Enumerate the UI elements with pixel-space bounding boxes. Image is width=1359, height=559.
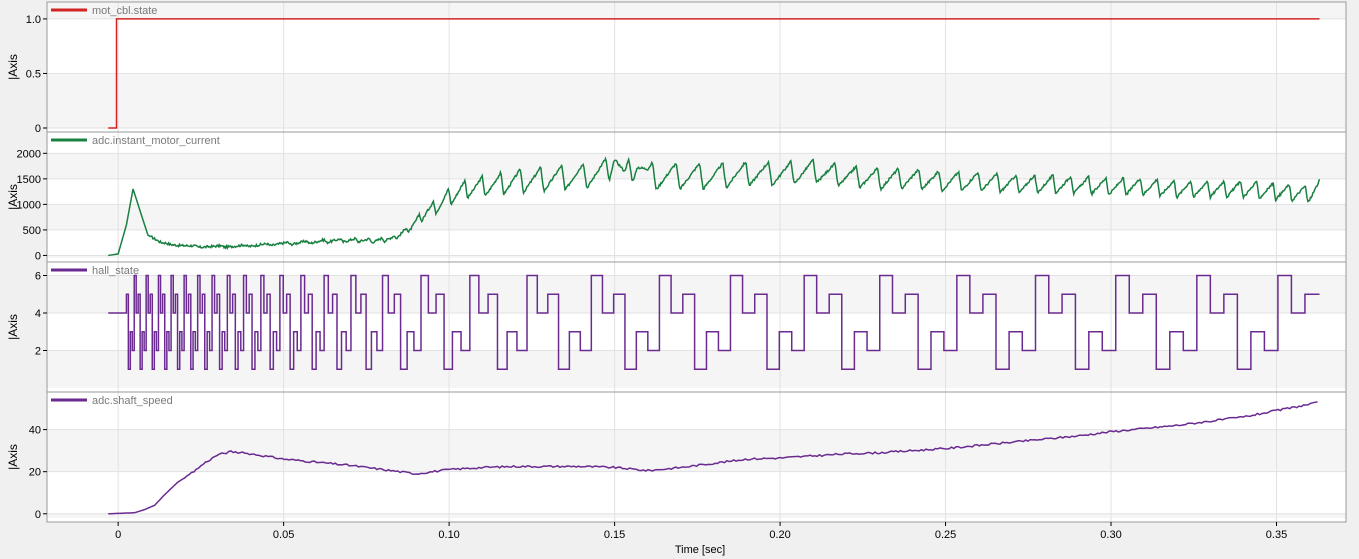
y-tick-label: 0: [35, 123, 41, 135]
legend-label: mot_cbl.state: [92, 5, 157, 17]
panel-4: 0 20 40 |Axis adc.shaft_speed: [6, 391, 1347, 523]
x-tick-label: 0.05: [273, 529, 294, 541]
multi-panel-plot: 00.51.0|Axismot_cbl.state050010001500200…: [0, 0, 1359, 559]
y-tick-label: 0: [35, 250, 41, 262]
grid-band: [47, 429, 1346, 472]
y-axis-label: |Axis: [6, 54, 20, 80]
y-tick-label: 0.5: [26, 68, 41, 80]
y-axis-label: |Axis: [6, 184, 20, 210]
y-tick-label: 1000: [17, 199, 41, 211]
x-axis-label: Time [sec]: [675, 544, 725, 556]
y-tick-label: 6: [35, 271, 41, 283]
x-tick-label: 0: [115, 529, 121, 541]
y-axis-label: |Axis: [6, 314, 20, 340]
panel-3: 2 4 6 |Axis hall_state: [6, 261, 1347, 393]
grid-band: [47, 204, 1346, 230]
y-tick-label: 500: [23, 225, 41, 237]
legend-label: hall_state: [92, 265, 139, 277]
y-tick-label: 2000: [17, 148, 41, 160]
legend-label: adc.shaft_speed: [92, 395, 173, 407]
y-axis-label: |Axis: [6, 444, 20, 470]
grid-band: [47, 513, 1346, 518]
y-tick-label: 0: [35, 509, 41, 521]
legend-label: adc.instant_motor_current: [92, 135, 220, 147]
x-tick-label: 0.35: [1266, 529, 1287, 541]
grid-band: [47, 2, 1346, 19]
x-tick-label: 0.15: [604, 529, 625, 541]
y-tick-label: 1.0: [26, 14, 41, 26]
x-tick-label: 0.20: [769, 529, 790, 541]
y-tick-label: 4: [35, 308, 41, 320]
panels-layer: 00.51.0|Axismot_cbl.state050010001500200…: [6, 1, 1347, 523]
y-tick-label: 40: [29, 425, 41, 437]
panel-area: [47, 132, 1346, 262]
x-tick-label: 0.30: [1100, 529, 1121, 541]
x-tick-label: 0.10: [438, 529, 459, 541]
panel-2: 0 500 1000 1500 2000 |Axis adc.instant_motor_c…: [6, 131, 1347, 263]
grid-band: [47, 73, 1346, 128]
panel-1: 0 0.5 1.0 |Axis mot_cbl.state: [6, 1, 1347, 135]
y-tick-label: 20: [29, 467, 41, 479]
y-tick-label: 1500: [17, 174, 41, 186]
x-tick-label: 0.25: [935, 529, 956, 541]
y-tick-label: 2: [35, 346, 41, 358]
